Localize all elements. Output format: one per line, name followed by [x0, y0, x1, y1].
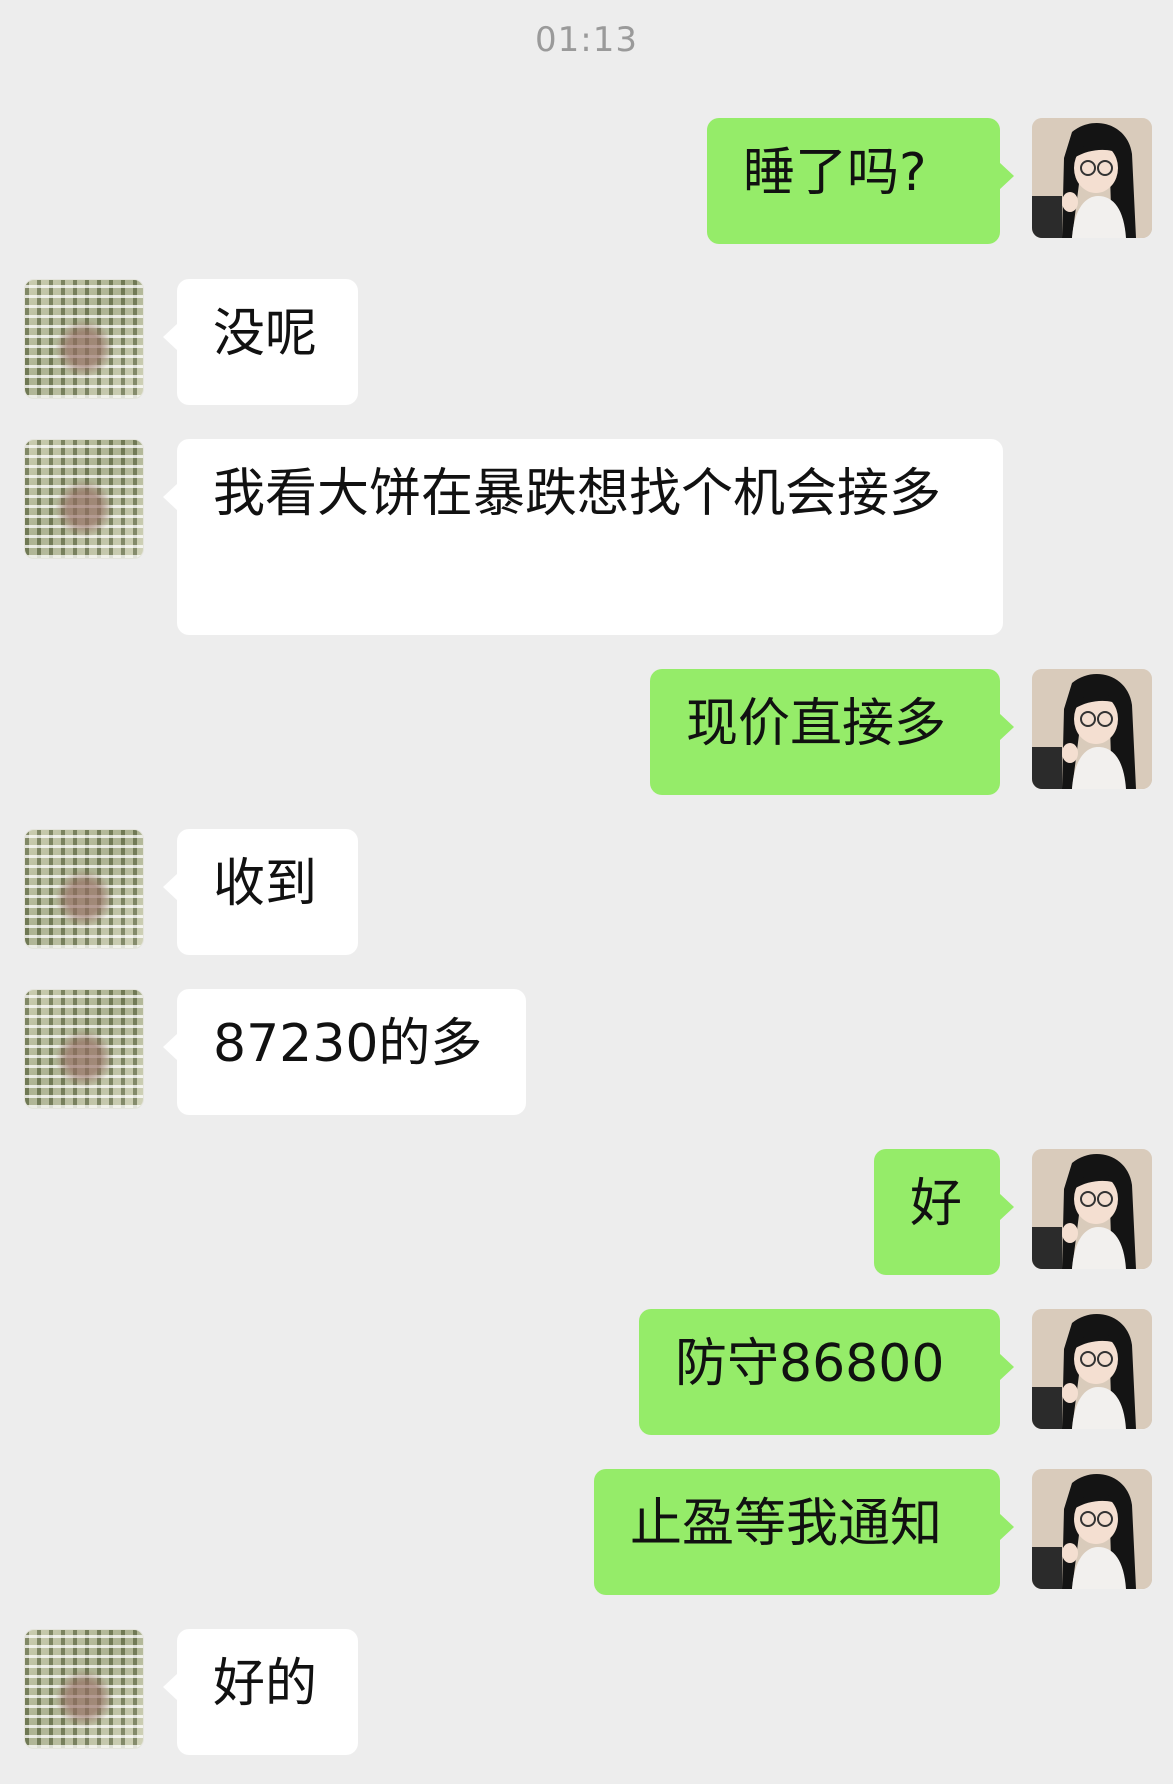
contact-avatar[interactable]: [24, 1629, 144, 1749]
contact-avatar[interactable]: [24, 989, 144, 1109]
message-bubble-outgoing[interactable]: 好: [874, 1149, 1014, 1275]
anime-girl-avatar-icon: [1032, 1309, 1152, 1429]
contact-avatar[interactable]: [24, 439, 144, 559]
message-bubble-outgoing[interactable]: 睡了吗?: [707, 118, 1014, 244]
message-bubble-incoming[interactable]: 没呢: [163, 279, 358, 405]
contact-avatar[interactable]: [24, 829, 144, 949]
message-bubble-incoming[interactable]: 87230的多: [163, 989, 526, 1115]
anime-girl-avatar-icon: [1032, 1149, 1152, 1269]
anime-girl-avatar-icon: [1032, 1469, 1152, 1589]
contact-avatar[interactable]: [24, 279, 144, 399]
anime-girl-avatar-icon: [1032, 118, 1152, 238]
message-bubble-outgoing[interactable]: 防守86800: [639, 1309, 1014, 1435]
message-timestamp: 01:13: [535, 20, 638, 60]
message-bubble-incoming[interactable]: 收到: [163, 829, 358, 955]
self-avatar[interactable]: [1032, 118, 1152, 238]
message-bubble-outgoing[interactable]: 现价直接多: [650, 669, 1014, 795]
self-avatar[interactable]: [1032, 669, 1152, 789]
self-avatar[interactable]: [1032, 1309, 1152, 1429]
message-bubble-incoming[interactable]: 好的: [163, 1629, 358, 1755]
message-bubble-outgoing[interactable]: 止盈等我通知: [594, 1469, 1014, 1595]
self-avatar[interactable]: [1032, 1469, 1152, 1589]
anime-girl-avatar-icon: [1032, 669, 1152, 789]
self-avatar[interactable]: [1032, 1149, 1152, 1269]
message-bubble-incoming[interactable]: 我看大饼在暴跌想找个机会接多: [163, 439, 1003, 635]
